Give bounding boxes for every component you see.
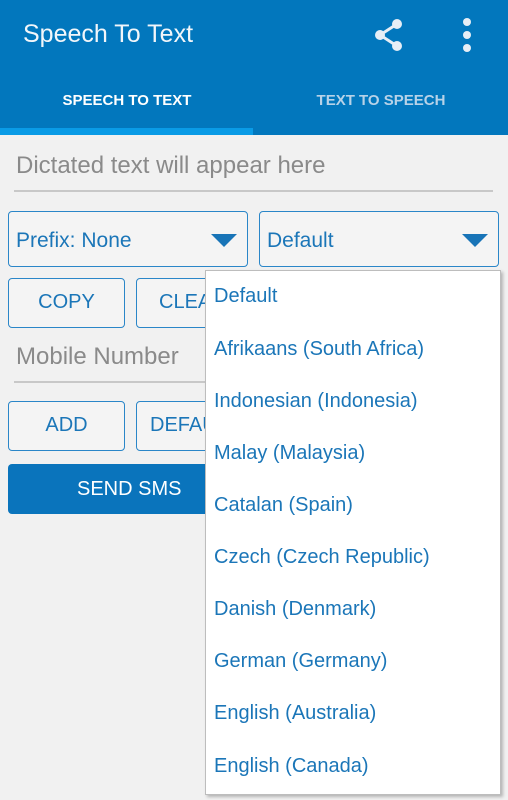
language-option[interactable]: Catalan (Spain) (214, 494, 353, 517)
language-option[interactable]: Default (214, 285, 277, 308)
tab-speech-to-text[interactable]: SPEECH TO TEXT (0, 92, 254, 109)
copy-button[interactable]: COPY (8, 278, 125, 328)
prefix-spinner-value: Prefix: None (16, 229, 132, 252)
add-button[interactable]: ADD (8, 401, 125, 451)
language-option[interactable]: Malay (Malaysia) (214, 442, 365, 465)
share-icon[interactable] (370, 16, 408, 54)
language-option[interactable]: English (Canada) (214, 755, 369, 778)
prefix-spinner[interactable]: Prefix: None (8, 211, 248, 267)
app-bar: Speech To Text SPEECH TO TEXT TEXT TO SP… (0, 0, 508, 135)
app-title: Speech To Text (23, 20, 194, 48)
language-option[interactable]: English (Australia) (214, 702, 376, 725)
language-spinner-value: Default (267, 229, 334, 252)
language-option[interactable]: Danish (Denmark) (214, 598, 376, 621)
language-option[interactable]: German (Germany) (214, 650, 387, 673)
dictation-field[interactable]: Dictated text will appear here (14, 152, 493, 192)
tab-indicator (0, 128, 253, 135)
dropdown-arrow-icon (211, 234, 237, 247)
language-option[interactable]: Afrikaans (South Africa) (214, 338, 424, 361)
tab-text-to-speech[interactable]: TEXT TO SPEECH (254, 92, 508, 109)
language-option[interactable]: Indonesian (Indonesia) (214, 390, 417, 413)
language-option[interactable]: Czech (Czech Republic) (214, 546, 430, 569)
language-spinner[interactable]: Default (259, 211, 499, 267)
language-dropdown-menu: Default Afrikaans (South Africa) Indones… (205, 270, 501, 795)
mobile-number-field[interactable]: Mobile Number (14, 343, 214, 383)
dropdown-arrow-icon (462, 234, 488, 247)
more-vert-icon[interactable] (455, 15, 479, 55)
